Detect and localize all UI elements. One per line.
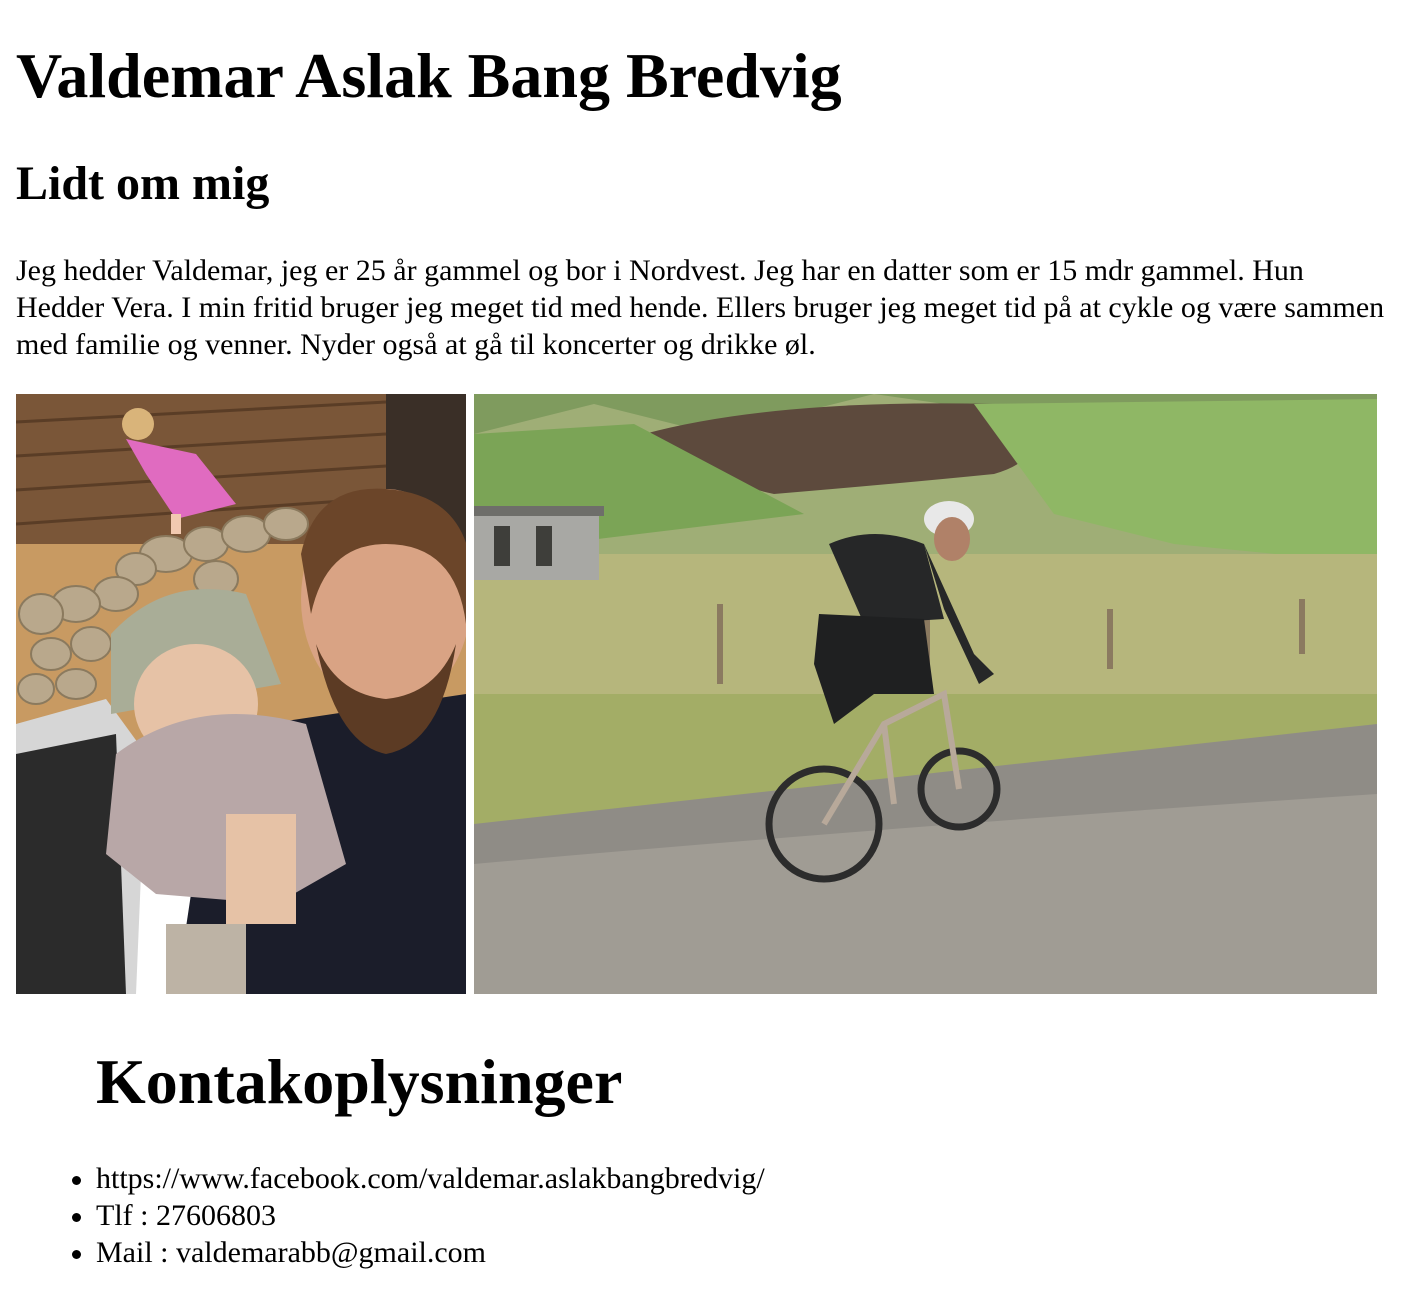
facebook-link: https://www.facebook.com/valdemar.aslakb… xyxy=(72,1162,765,1195)
about-text: Jeg hedder Valdemar, jeg er 25 år gammel… xyxy=(16,254,1385,361)
about-heading: Lidt om mig xyxy=(16,157,270,210)
contact-heading: Kontakoplysninger xyxy=(96,1046,623,1117)
email-item: Mail : valdemarabb@gmail.com xyxy=(72,1234,765,1271)
page: Valdemar Aslak Bang Bredvig Lidt om mig … xyxy=(0,0,1424,1310)
family-photo xyxy=(16,394,466,994)
page-title: Valdemar Aslak Bang Bredvig xyxy=(16,40,842,111)
contact-list: https://www.facebook.com/valdemar.aslakb… xyxy=(72,1160,765,1271)
phone-item: Tlf : 27606803 xyxy=(72,1197,765,1234)
cycling-photo xyxy=(474,394,1377,994)
